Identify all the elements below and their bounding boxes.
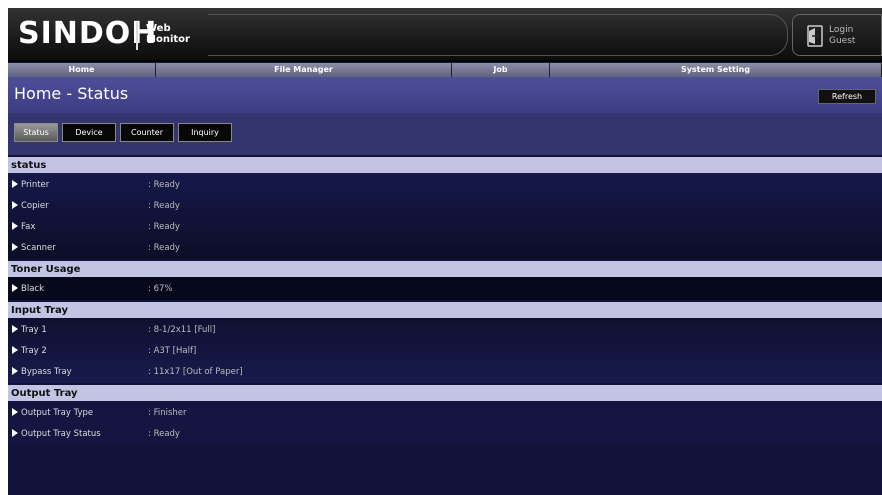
row-label: Printer xyxy=(12,180,49,190)
arrow-right-icon xyxy=(12,325,18,333)
row-label-text: Copier xyxy=(21,201,49,211)
web-monitor-line2: Monitor xyxy=(146,34,190,45)
section-body-output-tray: Output Tray Type : Finisher Output Tray … xyxy=(8,401,882,445)
status-row-printer: Printer : Ready xyxy=(8,175,882,196)
nav-job[interactable]: Job xyxy=(452,63,550,77)
arrow-right-icon xyxy=(12,408,18,416)
section-header-input-tray: Input Tray xyxy=(8,300,882,318)
login-label: Login xyxy=(829,25,854,35)
arrow-right-icon xyxy=(12,243,18,251)
row-value: : Ready xyxy=(148,429,180,439)
row-value: : 8-1/2x11 [Full] xyxy=(148,325,216,335)
web-monitor-line1: Web xyxy=(146,23,171,34)
row-label: Tray 2 xyxy=(12,346,47,356)
header-decoration xyxy=(208,14,788,56)
output-row-type: Output Tray Type : Finisher xyxy=(8,403,882,424)
row-value: : Ready xyxy=(148,222,180,232)
row-label: Bypass Tray xyxy=(12,367,72,377)
row-label-text: Bypass Tray xyxy=(21,367,72,377)
row-label: Output Tray Type xyxy=(12,408,93,418)
refresh-button[interactable]: Refresh xyxy=(818,89,876,104)
status-row-scanner: Scanner : Ready xyxy=(8,238,882,259)
nav-file-manager[interactable]: File Manager xyxy=(156,63,452,77)
row-label-text: Output Tray Status xyxy=(21,429,101,439)
title-bar: Home - Status Refresh xyxy=(8,77,882,113)
row-label-text: Tray 2 xyxy=(21,346,47,356)
row-label-text: Printer xyxy=(21,180,50,190)
row-value: : Ready xyxy=(148,243,180,253)
tabs-bar: Status Device Counter Inquiry xyxy=(8,113,882,155)
nav-home[interactable]: Home xyxy=(8,63,156,77)
section-header-status: status xyxy=(8,155,882,173)
tab-status[interactable]: Status xyxy=(14,123,58,142)
section-header-output-tray: Output Tray xyxy=(8,383,882,401)
row-value: : Ready xyxy=(148,180,180,190)
arrow-right-icon xyxy=(12,367,18,375)
status-content: status Printer : Ready Copier : Ready Fa… xyxy=(8,155,882,445)
login-button[interactable]: Login Guest xyxy=(792,14,882,56)
section-body-input-tray: Tray 1 : 8-1/2x11 [Full] Tray 2 : A3T [H… xyxy=(8,318,882,383)
row-label: Scanner xyxy=(12,243,56,253)
input-row-tray-2: Tray 2 : A3T [Half] xyxy=(8,341,882,362)
row-value: : Ready xyxy=(148,201,180,211)
tab-inquiry[interactable]: Inquiry xyxy=(178,123,232,142)
output-row-status: Output Tray Status : Ready xyxy=(8,424,882,445)
row-label: Copier xyxy=(12,201,49,211)
row-value: : A3T [Half] xyxy=(148,346,197,356)
arrow-right-icon xyxy=(12,201,18,209)
tab-counter[interactable]: Counter xyxy=(120,123,174,142)
row-label: Fax xyxy=(12,222,35,232)
web-monitor-label: Web Monitor xyxy=(146,23,190,45)
row-label-text: Black xyxy=(21,284,44,294)
row-value: : 11x17 [Out of Paper] xyxy=(148,367,243,377)
logo-divider xyxy=(136,22,138,50)
input-row-tray-1: Tray 1 : 8-1/2x11 [Full] xyxy=(8,320,882,341)
row-label-text: Scanner xyxy=(21,243,56,253)
row-value: : 67% xyxy=(148,284,173,294)
row-label: Tray 1 xyxy=(12,325,47,335)
login-user: Guest xyxy=(829,36,856,46)
arrow-right-icon xyxy=(12,346,18,354)
input-row-bypass-tray: Bypass Tray : 11x17 [Out of Paper] xyxy=(8,362,882,383)
section-header-toner: Toner Usage xyxy=(8,259,882,277)
row-label-text: Output Tray Type xyxy=(21,408,94,418)
page-title: Home - Status xyxy=(14,84,129,103)
status-row-copier: Copier : Ready xyxy=(8,196,882,217)
web-monitor-window: SINDOH Web Monitor Login Guest Home File… xyxy=(8,8,882,495)
arrow-right-icon xyxy=(12,222,18,230)
toner-row-black: Black : 67% xyxy=(8,279,882,300)
header: SINDOH Web Monitor Login Guest xyxy=(8,8,882,62)
row-label-text: Fax xyxy=(21,222,36,232)
status-row-fax: Fax : Ready xyxy=(8,217,882,238)
tab-device[interactable]: Device xyxy=(62,123,116,142)
row-label: Black xyxy=(12,284,44,294)
row-label: Output Tray Status xyxy=(12,429,101,439)
arrow-right-icon xyxy=(12,284,18,292)
section-body-toner: Black : 67% xyxy=(8,277,882,300)
main-nav: Home File Manager Job System Setting xyxy=(8,63,882,77)
nav-system-setting[interactable]: System Setting xyxy=(550,63,882,77)
arrow-right-icon xyxy=(12,180,18,188)
section-body-status: Printer : Ready Copier : Ready Fax : Rea… xyxy=(8,173,882,259)
login-text: Login Guest xyxy=(829,25,855,47)
row-value: : Finisher xyxy=(148,408,187,418)
row-label-text: Tray 1 xyxy=(21,325,47,335)
login-door-icon xyxy=(807,25,823,47)
arrow-right-icon xyxy=(12,429,18,437)
